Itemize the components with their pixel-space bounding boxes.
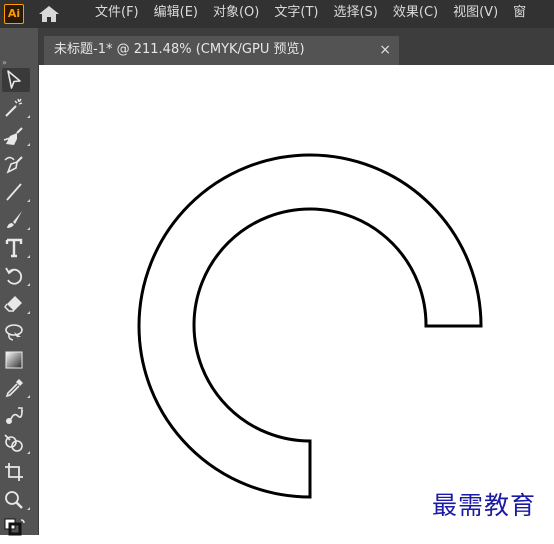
menu-edit[interactable]: 编辑(E)	[154, 0, 198, 28]
pen-tool-icon[interactable]	[2, 124, 30, 148]
artboard-canvas[interactable]	[39, 65, 554, 535]
home-icon[interactable]	[38, 5, 60, 23]
arc-shape[interactable]	[137, 153, 483, 499]
menu-effect[interactable]: 效果(C)	[393, 0, 438, 28]
menu-type[interactable]: 文字(T)	[274, 0, 318, 28]
menu-select[interactable]: 选择(S)	[333, 0, 377, 28]
paintbrush-tool-icon[interactable]	[2, 208, 30, 232]
app-logo: Ai	[4, 4, 24, 24]
curvature-tool-icon[interactable]	[2, 152, 30, 176]
menu-file[interactable]: 文件(F)	[95, 0, 139, 28]
menu-view[interactable]: 视图(V)	[453, 0, 498, 28]
artboard-tool-icon[interactable]	[2, 460, 30, 484]
watermark: 最需教育	[432, 491, 537, 520]
document-tab-title: 未标题-1* @ 211.48% (CMYK/GPU 预览)	[54, 42, 305, 57]
selection-tool-icon[interactable]	[2, 68, 30, 92]
magic-wand-tool-icon[interactable]	[2, 96, 30, 120]
menu-object[interactable]: 对象(O)	[213, 0, 259, 28]
zoom-tool-icon[interactable]	[2, 488, 30, 512]
shape-builder-tool-icon[interactable]	[2, 432, 30, 456]
menu-bar: Ai 文件(F) 编辑(E) 对象(O) 文字(T) 选择(S) 效果(C) 视…	[0, 0, 554, 28]
blend-tool-icon[interactable]	[2, 404, 30, 428]
menu-window[interactable]: 窗	[513, 0, 526, 28]
line-segment-tool-icon[interactable]	[2, 180, 30, 204]
rotate-tool-icon[interactable]	[2, 264, 30, 288]
gradient-tool-icon[interactable]	[2, 348, 30, 372]
fill-stroke-swatch-icon[interactable]	[2, 516, 30, 540]
close-icon[interactable]: ×	[379, 36, 391, 64]
lasso-tool-icon[interactable]	[2, 320, 30, 344]
tools-panel: »	[0, 28, 40, 536]
eyedropper-tool-icon[interactable]	[2, 376, 30, 400]
eraser-tool-icon[interactable]	[2, 292, 30, 316]
type-tool-icon[interactable]	[2, 236, 30, 260]
document-tab-bar: 未标题-1* @ 211.48% (CMYK/GPU 预览) ×	[39, 28, 554, 65]
document-tab[interactable]: 未标题-1* @ 211.48% (CMYK/GPU 预览) ×	[44, 36, 399, 65]
collapse-panel-icon[interactable]: »	[0, 58, 40, 67]
